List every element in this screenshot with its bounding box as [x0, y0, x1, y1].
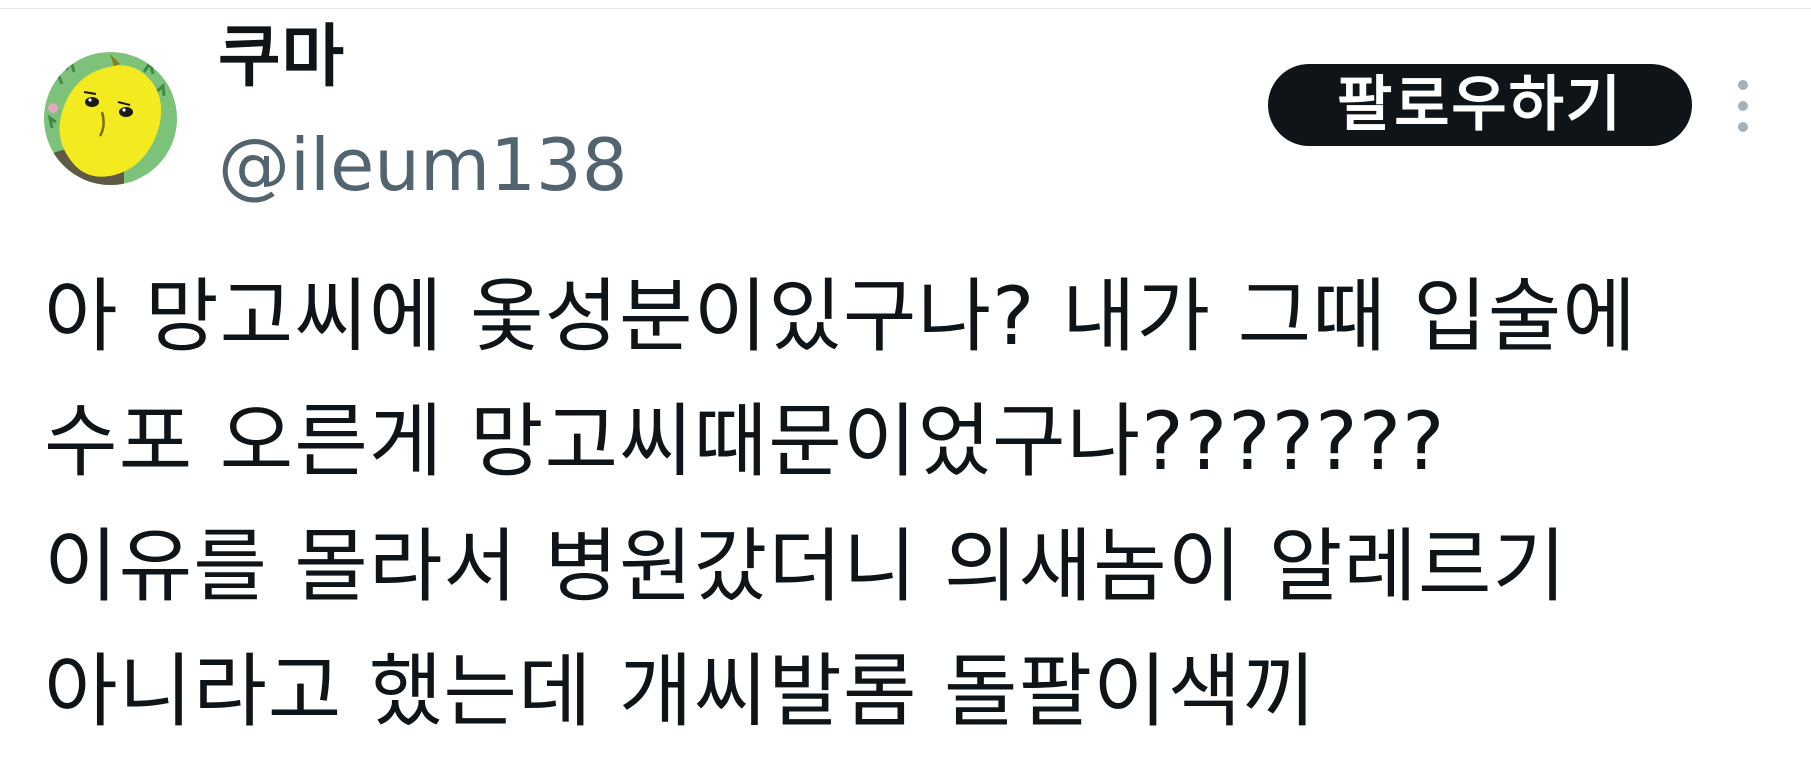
tweet-text-line: 아니라고 했는데 개씨발롬 돌팔이색끼 [44, 645, 1317, 738]
display-name[interactable]: 쿠마 [218, 18, 345, 98]
more-options-icon-dot [1738, 101, 1748, 111]
more-options-icon [1738, 80, 1748, 90]
follow-button[interactable]: 팔로우하기 [1268, 64, 1692, 146]
more-options-icon-dot [1738, 122, 1748, 132]
tweet-text: 아 망고씨에 옻성분이있구나? 내가 그때 입술에 수포 오른게 망고씨때문이었… [44, 254, 1784, 754]
tweet-text-line: 이유를 몰라서 병원갔더니 의새놈이 알레르기 [44, 520, 1568, 613]
user-handle[interactable]: @ileum138 [218, 122, 628, 208]
tweet-text-line: 아 망고씨에 옻성분이있구나? 내가 그때 입술에 [44, 270, 1638, 363]
avatar[interactable] [44, 52, 177, 185]
more-options-button[interactable] [1728, 76, 1758, 136]
tweet-text-line: 수포 오른게 망고씨때문이었구나??????? [44, 395, 1446, 488]
lemon-character-avatar-icon [44, 52, 177, 185]
tweet-card: 쿠마 @ileum138 팔로우하기 아 망고씨에 옻성분이있구나? 내가 그때… [0, 0, 1811, 776]
